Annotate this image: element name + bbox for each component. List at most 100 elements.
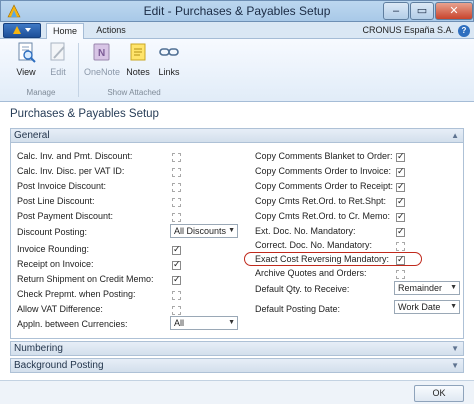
help-icon[interactable]: ?	[458, 25, 470, 37]
minimize-button[interactable]: –	[383, 2, 409, 20]
archive-quotes-orders-checkbox[interactable]	[396, 270, 405, 279]
ok-button[interactable]: OK	[414, 385, 464, 402]
checkmark-icon: ✓	[173, 259, 181, 269]
default-posting-date-select[interactable]: Work Date ▼	[394, 300, 460, 314]
copy-cmts-ret-shpt-checkbox[interactable]: ✓	[396, 196, 405, 207]
checkmark-icon: ✓	[397, 151, 405, 161]
field-label: Return Shipment on Credit Memo:	[17, 274, 154, 284]
correct-doc-no-mandatory-checkbox[interactable]	[396, 242, 405, 251]
general-section-title: General	[14, 130, 50, 141]
exact-cost-reversing-checkbox[interactable]: ✓	[396, 254, 405, 265]
checkmark-icon: ✓	[397, 254, 405, 264]
show-attached-group-label: Show Attached	[107, 88, 161, 97]
field-label: Default Posting Date:	[255, 304, 341, 314]
field-label: Copy Comments Order to Receipt:	[255, 181, 394, 191]
close-button[interactable]: ✕	[435, 2, 473, 20]
post-payment-discount-checkbox[interactable]	[172, 213, 181, 222]
tab-actions[interactable]: Actions	[88, 23, 134, 39]
company-name: CRONUS España S.A.	[362, 25, 454, 35]
receipt-on-invoice-checkbox[interactable]: ✓	[172, 259, 181, 270]
appln-currencies-select[interactable]: All ▼	[170, 316, 238, 330]
ribbon-separator	[78, 43, 79, 97]
onenote-icon: N	[93, 43, 110, 61]
edit-button[interactable]: Edit	[44, 41, 72, 79]
numbering-section-title: Numbering	[14, 343, 63, 354]
discount-posting-select[interactable]: All Discounts ▼	[170, 224, 238, 238]
appln-currencies-value: All	[174, 318, 185, 328]
checkmark-icon: ✓	[397, 196, 405, 206]
calc-inv-pmt-discount-checkbox[interactable]	[172, 153, 181, 162]
onenote-button[interactable]: N OneNote	[82, 41, 122, 79]
copy-comments-blanket-checkbox[interactable]: ✓	[396, 151, 405, 162]
field-label: Post Invoice Discount:	[17, 181, 107, 191]
field-label: Invoice Rounding:	[17, 244, 90, 254]
allow-vat-difference-checkbox[interactable]	[172, 306, 181, 315]
checkmark-icon: ✓	[173, 274, 181, 284]
view-icon	[18, 42, 36, 63]
field-label: Exact Cost Reversing Mandatory:	[255, 254, 390, 264]
expand-down-icon: ▼	[451, 344, 459, 353]
field-label: Archive Quotes and Orders:	[255, 268, 367, 278]
chevron-down-icon: ▼	[450, 303, 457, 310]
expand-down-icon: ▼	[451, 361, 459, 370]
chevron-down-icon: ▼	[228, 319, 235, 326]
field-label: Calc. Inv. Disc. per VAT ID:	[17, 166, 125, 176]
view-button[interactable]: View	[10, 41, 42, 79]
checkmark-icon: ✓	[397, 181, 405, 191]
page-title: Purchases & Payables Setup	[10, 108, 159, 120]
checkmark-icon: ✓	[397, 166, 405, 176]
field-label: Copy Comments Blanket to Order:	[255, 151, 393, 161]
edit-label: Edit	[50, 67, 66, 77]
field-label: Copy Cmts Ret.Ord. to Ret.Shpt:	[255, 196, 387, 206]
copy-comments-order-invoice-checkbox[interactable]: ✓	[396, 166, 405, 177]
invoice-rounding-checkbox[interactable]: ✓	[172, 244, 181, 255]
application-menu-button[interactable]	[3, 23, 41, 38]
check-prepmt-posting-checkbox[interactable]	[172, 291, 181, 300]
post-invoice-discount-checkbox[interactable]	[172, 183, 181, 192]
default-posting-date-value: Work Date	[398, 302, 441, 312]
chevron-down-icon: ▼	[450, 284, 457, 291]
default-qty-receive-value: Remainder	[398, 283, 443, 293]
maximize-button[interactable]: ▭	[410, 2, 434, 20]
general-section-header[interactable]: General ▲	[10, 128, 464, 143]
ribbon: View Edit Manage N OneNote Notes Links S	[0, 39, 474, 102]
notes-button[interactable]: Notes	[124, 41, 152, 79]
tab-home[interactable]: Home	[46, 23, 84, 39]
view-label: View	[16, 67, 36, 77]
manage-group-label: Manage	[26, 88, 56, 97]
post-line-discount-checkbox[interactable]	[172, 198, 181, 207]
discount-posting-value: All Discounts	[174, 226, 227, 236]
onenote-label: OneNote	[83, 67, 121, 77]
copy-cmts-cr-memo-checkbox[interactable]: ✓	[396, 211, 405, 222]
notes-icon	[130, 43, 146, 61]
field-label: Copy Comments Order to Invoice:	[255, 166, 392, 176]
app-menu-icon	[13, 26, 31, 34]
numbering-section-header[interactable]: Numbering ▼	[10, 341, 464, 356]
checkmark-icon: ✓	[397, 226, 405, 236]
links-button[interactable]: Links	[156, 41, 182, 79]
checkmark-icon: ✓	[173, 244, 181, 254]
dialog-footer: OK	[0, 380, 474, 404]
field-label: Calc. Inv. and Pmt. Discount:	[17, 151, 133, 161]
links-label: Links	[158, 67, 180, 77]
title-bar: Edit - Purchases & Payables Setup – ▭ ✕	[0, 0, 474, 22]
field-label: Receipt on Invoice:	[17, 259, 94, 269]
field-label: Appln. between Currencies:	[17, 319, 128, 329]
field-label: Post Line Discount:	[17, 196, 95, 206]
ext-doc-no-mandatory-checkbox[interactable]: ✓	[396, 226, 405, 237]
field-label: Default Qty. to Receive:	[255, 284, 350, 294]
field-label: Allow VAT Difference:	[17, 304, 103, 314]
default-qty-receive-select[interactable]: Remainder ▼	[394, 281, 460, 295]
copy-comments-order-receipt-checkbox[interactable]: ✓	[396, 181, 405, 192]
notes-label: Notes	[126, 67, 150, 77]
background-posting-section-title: Background Posting	[14, 360, 104, 371]
edit-icon	[50, 42, 65, 61]
return-shipment-credit-memo-checkbox[interactable]: ✓	[172, 274, 181, 285]
svg-text:N: N	[98, 48, 105, 59]
field-label: Discount Posting:	[17, 227, 88, 237]
field-label: Check Prepmt. when Posting:	[17, 289, 136, 299]
background-posting-section-header[interactable]: Background Posting ▼	[10, 358, 464, 373]
field-label: Copy Cmts Ret.Ord. to Cr. Memo:	[255, 211, 391, 221]
calc-inv-disc-vat-checkbox[interactable]	[172, 168, 181, 177]
chevron-down-icon: ▼	[228, 227, 235, 234]
